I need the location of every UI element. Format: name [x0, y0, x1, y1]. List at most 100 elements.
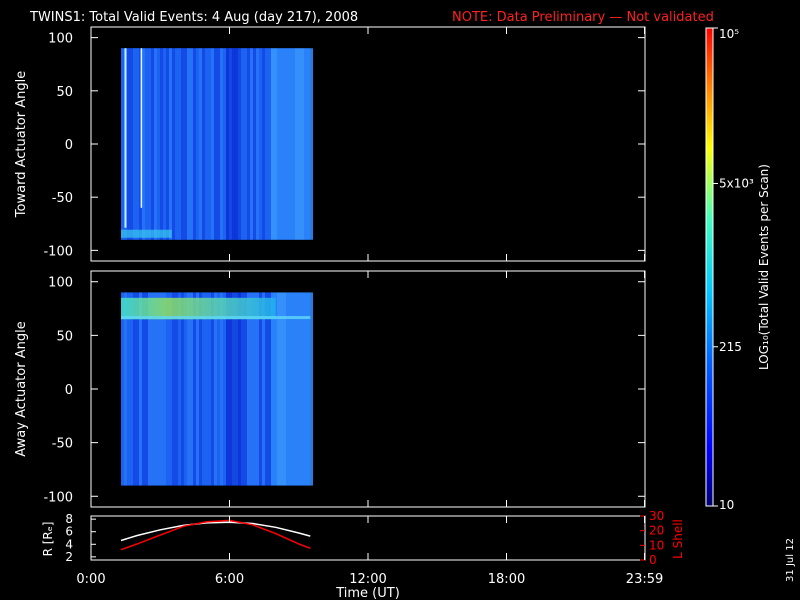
toward-heatmap-column [229, 48, 233, 240]
away-heatmap-column [226, 292, 230, 486]
away-heatmap-column [259, 292, 263, 486]
away-heatmap-column [283, 292, 287, 486]
toward-heatmap-column [196, 48, 200, 240]
toward-heatmap-column [130, 48, 134, 240]
away-heatmap-column [268, 292, 272, 486]
away-ylabel: Away Actuator Angle [14, 321, 29, 456]
toward-heatmap-column [181, 48, 185, 240]
r-distance-line [120, 521, 311, 542]
away-heatmap-column [304, 292, 308, 486]
away-heatmap-column [214, 292, 218, 486]
toward-heatmap-column [208, 48, 212, 240]
toward-heatmap-column [277, 48, 281, 240]
away-heatmap-column [148, 292, 152, 486]
away-heatmap-column [136, 292, 140, 486]
away-heatmap-column [193, 292, 197, 486]
toward-heatmap-column [247, 48, 251, 240]
toward-heatmap-column [259, 48, 263, 240]
xtick-label: 12:00 [349, 572, 386, 587]
toward-heatmap-column [133, 48, 137, 240]
chart-title: TWINS1: Total Valid Events: 4 Aug (day 2… [29, 10, 358, 25]
away-heatmap-column [307, 292, 311, 486]
toward-heatmap-column [151, 48, 155, 240]
orbit-ytick2-label: 0 [649, 553, 657, 567]
away-band-edge [121, 316, 311, 320]
toward-heatmap-column [172, 48, 176, 240]
away-panel: Away Actuator Angle 100 50 0 -50 -100 [14, 270, 646, 508]
away-heatmap-column [199, 292, 203, 486]
toward-heatmap-column [205, 48, 209, 240]
colorbar-tick-label: 5x10³ [719, 176, 754, 190]
toward-heatmap-column [214, 48, 218, 240]
toward-heatmap-column [121, 48, 125, 240]
toward-heatmap [121, 48, 314, 240]
colorbar-tick-label: 10 [719, 498, 734, 512]
orbit-yticks-right: 0102030 [640, 509, 664, 567]
away-heatmap-column [169, 292, 173, 486]
preliminary-note: NOTE: Data Preliminary — Not validated [452, 10, 714, 25]
away-ytick-label: -50 [52, 437, 73, 452]
time-xlabel: Time (UT) [335, 586, 400, 600]
away-heatmap-column [154, 292, 158, 486]
toward-heatmap-column [289, 48, 293, 240]
toward-heatmap-column [256, 48, 260, 240]
away-heatmap-column [151, 292, 155, 486]
toward-heatmap-column [292, 48, 296, 240]
colorbar-label: LOG₁₀(Total Valid Events per Scan) [757, 164, 771, 370]
away-heatmap-column [124, 292, 128, 486]
away-heatmap-column [139, 292, 143, 486]
toward-heatmap-column [136, 48, 140, 240]
date-stamp: 31 Jul 12 [785, 538, 796, 582]
toward-heatmap-column [142, 48, 146, 240]
away-heatmap-column [208, 292, 212, 486]
away-heatmap-column [289, 292, 293, 486]
away-heatmap-column [127, 292, 131, 486]
toward-heatmap-column [178, 48, 182, 240]
toward-heatmap-column [184, 48, 188, 240]
toward-heatmap-column [163, 48, 167, 240]
toward-ytick-label: -100 [43, 244, 73, 259]
orbit-ytick-label: 8 [65, 512, 73, 526]
away-heatmap-column [247, 292, 251, 486]
away-heatmap-column [211, 292, 215, 486]
toward-heatmap-column [169, 48, 173, 240]
toward-heatmap-column [310, 48, 314, 240]
toward-heatmap-column [148, 48, 152, 240]
toward-heatmap-column [268, 48, 272, 240]
away-heatmap-column [241, 292, 245, 486]
orbit-lines [120, 519, 311, 551]
colorbar-ticks: 10 215 5x10³ 10⁵ [713, 27, 754, 512]
colorbar: 10 215 5x10³ 10⁵ LOG₁₀(Total Valid Events p… [705, 27, 771, 512]
colorbar-scale [705, 27, 714, 507]
toward-heatmap-column [202, 48, 206, 240]
toward-heatmap-column [304, 48, 308, 240]
toward-ytick-label: 0 [65, 138, 73, 153]
orbit-ylabel: R [Rₑ] [41, 522, 55, 557]
xtick-label: 23:59 [626, 572, 663, 587]
toward-heatmap-column [166, 48, 170, 240]
toward-heatmap-column [199, 48, 203, 240]
toward-heatmap-column [250, 48, 254, 240]
away-heatmap-column [256, 292, 260, 486]
toward-heatmap-column [253, 48, 257, 240]
away-heatmap-column [166, 292, 170, 486]
away-heatmap-column [178, 292, 182, 486]
colorbar-tick-label: 215 [719, 340, 742, 354]
away-heatmap-column [232, 292, 236, 486]
away-heatmap-column [250, 292, 254, 486]
toward-heatmap-column [220, 48, 224, 240]
toward-heatmap-column [190, 48, 194, 240]
toward-artifact-line [140, 48, 143, 208]
away-heatmap-column [121, 292, 125, 486]
xtick-label: 6:00 [215, 572, 244, 587]
away-heatmap-column [181, 292, 185, 486]
away-heatmap-column [160, 292, 164, 486]
toward-heatmap-column [274, 48, 278, 240]
away-heatmap-column [196, 292, 200, 486]
toward-ytick-label: -50 [52, 191, 73, 206]
toward-heatmap-column [187, 48, 191, 240]
away-heatmap-column [163, 292, 167, 486]
toward-heatmap-column [271, 48, 275, 240]
away-heatmap-column [310, 292, 314, 486]
away-heatmap-column [172, 292, 176, 486]
